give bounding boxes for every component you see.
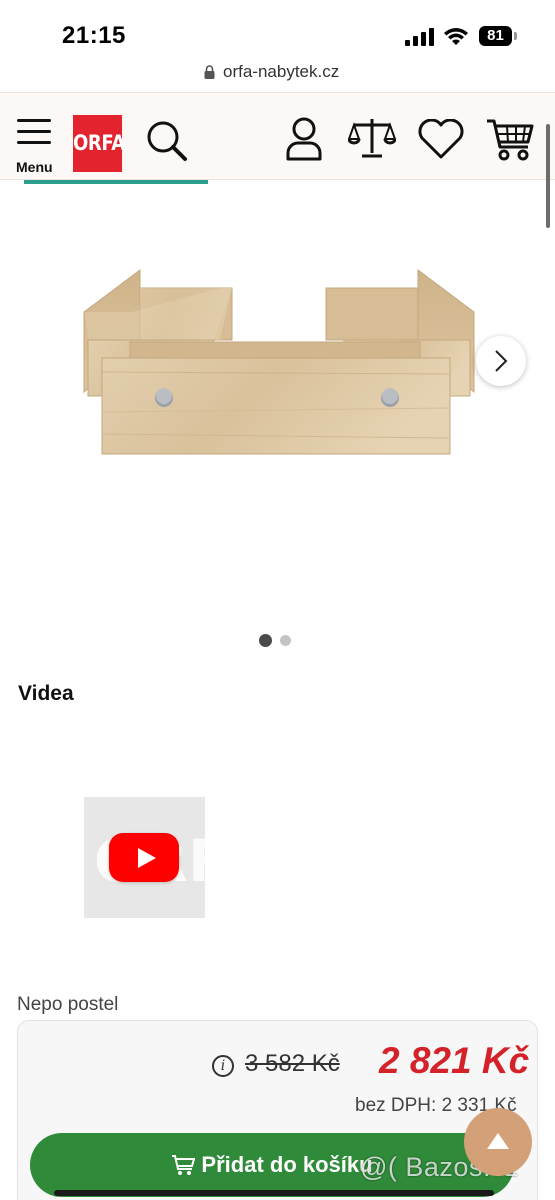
gallery-dot[interactable] (280, 635, 291, 646)
cellular-signal-icon (405, 28, 434, 46)
battery-tip (514, 32, 517, 40)
menu-icon (17, 119, 51, 144)
page-scrollbar[interactable] (546, 124, 550, 228)
chevron-right-icon (495, 350, 508, 372)
cart-icon (172, 1155, 196, 1175)
search-icon[interactable] (146, 120, 188, 162)
menu-button[interactable]: Menu (14, 117, 58, 175)
product-image-drawers[interactable] (70, 262, 490, 462)
youtube-play-icon[interactable] (109, 833, 179, 882)
old-price: 3 582 Kč (245, 1050, 340, 1077)
active-tab-indicator (24, 180, 208, 184)
play-triangle-icon (138, 848, 156, 868)
lock-icon (204, 65, 215, 79)
gallery-pagination (259, 634, 291, 647)
status-time: 21:15 (62, 22, 126, 49)
status-bar: 21:15 81 (0, 0, 555, 56)
home-indicator (54, 1190, 494, 1196)
user-icon[interactable] (285, 117, 323, 161)
cart-icon[interactable] (485, 117, 535, 161)
wifi-icon (444, 28, 468, 45)
site-header: Menu ORFA (0, 92, 555, 180)
browser-url-bar[interactable]: orfa-nabytek.cz (0, 56, 555, 90)
url-text[interactable]: orfa-nabytek.cz (223, 62, 339, 82)
gallery-next-button[interactable] (476, 336, 526, 386)
product-name: Nepo postel (17, 994, 119, 1015)
add-to-cart-label: Přidat do košíku (201, 1152, 373, 1177)
menu-label: Menu (16, 159, 53, 175)
battery-level: 81 (479, 26, 512, 46)
current-price: 2 821 Kč (379, 1040, 530, 1081)
scroll-to-top-button[interactable] (464, 1108, 532, 1176)
url-wrap[interactable]: orfa-nabytek.cz (204, 60, 339, 84)
video-thumbnail[interactable]: ORFA (84, 797, 205, 918)
info-icon[interactable]: i (212, 1055, 234, 1077)
videos-heading: Videa (18, 682, 74, 705)
gallery-dot-active[interactable] (259, 634, 272, 647)
arrow-up-icon (487, 1133, 509, 1149)
compare-scale-icon[interactable] (348, 117, 396, 159)
battery-indicator: 81 (479, 26, 517, 46)
heart-icon[interactable] (417, 119, 465, 159)
orfa-logo[interactable]: ORFA (73, 115, 125, 172)
